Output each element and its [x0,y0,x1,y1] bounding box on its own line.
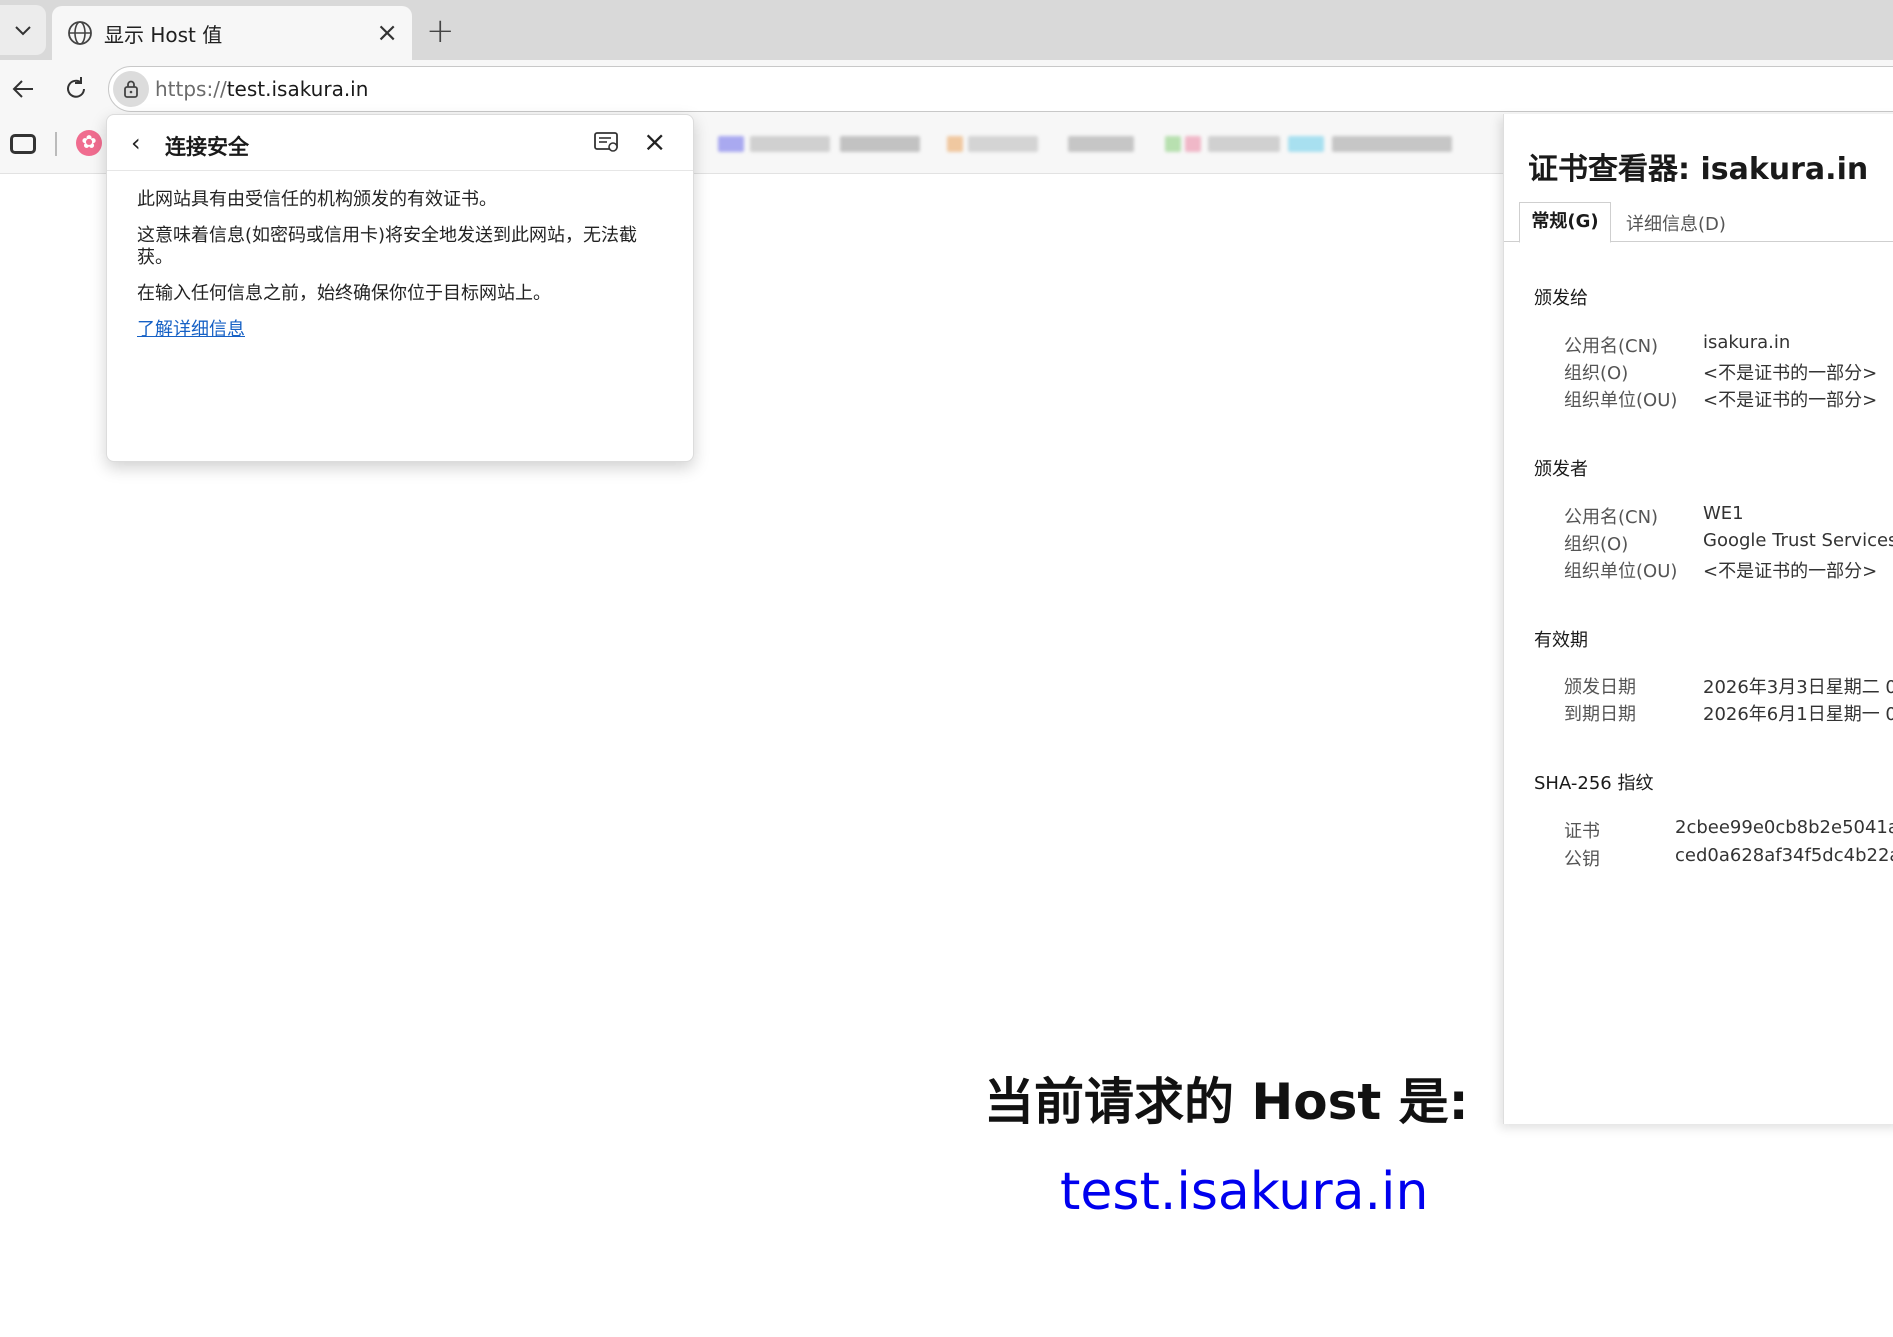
url-text: https://test.isakura.in [155,77,368,101]
cert-fingerprint-value: 2cbee99e0cb8b2e5041a80a [1675,817,1893,838]
certificate-button[interactable] [593,131,621,159]
cn-value: isakura.in [1703,332,1791,353]
popup-line: 此网站具有由受信任的机构颁发的有效证书。 [137,189,497,210]
certificate-icon [594,132,618,152]
cert-fingerprint-label: 证书 [1564,821,1600,842]
ou-value: <不是证书的一部分> [1703,390,1878,411]
expiry-date-label: 到期日期 [1564,704,1636,725]
popup-line: 这意味着信息(如密码或信用卡)将安全地发送到此网站，无法截获。 [137,225,638,268]
ou-label: 组织单位(OU) [1564,390,1678,411]
issued-date-value: 2026年3月3日星期二 04 [1703,677,1893,698]
fingerprint-heading: SHA-256 指纹 [1534,773,1654,794]
back-arrow-icon [12,80,33,98]
flower-favorite-icon[interactable]: ✿ [76,130,102,156]
learn-more-link[interactable]: 了解详细信息 [137,319,245,340]
popup-body: 此网站具有由受信任的机构颁发的有效证书。 这意味着信息(如密码或信用卡)将安全地… [107,171,693,341]
chevron-down-icon [15,26,31,36]
issued-by-heading: 颁发者 [1534,459,1588,480]
issuer-o-value: Google Trust Services [1703,530,1893,551]
site-info-button[interactable] [113,71,149,107]
popup-line: 在输入任何信息之前，始终确保你位于目标网站上。 [137,283,551,304]
o-label: 组织(O) [1564,363,1629,384]
favorites-divider [55,132,57,156]
issuer-ou-label: 组织单位(OU) [1564,561,1678,582]
refresh-icon [67,77,85,98]
address-bar[interactable]: https://test.isakura.in [108,66,1893,112]
refresh-button[interactable] [59,72,93,106]
issued-date-label: 颁发日期 [1564,677,1636,698]
back-button[interactable] [6,72,40,106]
popup-back-button[interactable]: ‹ [131,129,141,157]
validity-heading: 有效期 [1534,630,1588,651]
cn-label: 公用名(CN) [1564,336,1659,357]
cert-viewer-title: 证书查看器: isakura.in [1528,152,1869,187]
collections-icon[interactable] [10,134,36,154]
key-fingerprint-value: ced0a628af34f5dc4b22a60b [1675,845,1893,866]
new-tab-button[interactable]: + [426,14,455,48]
issuer-o-label: 组织(O) [1564,534,1629,555]
issuer-ou-value: <不是证书的一部分> [1703,561,1878,582]
tab-details[interactable]: 详细信息(D) [1626,210,1726,236]
tab-general[interactable]: 常规(G) [1519,202,1611,243]
certificate-viewer: 证书查看器: isakura.in 常规(G) 详细信息(D) 颁发给 公用名(… [1503,114,1893,1124]
issued-to-heading: 颁发给 [1534,288,1588,309]
page-heading: 当前请求的 Host 是: [984,1073,1469,1131]
popup-header: ‹ 连接安全 × [107,115,693,171]
url-scheme: https:// [155,77,227,101]
tab-title: 显示 Host 值 [104,22,223,47]
tab-strip: 显示 Host 值 × + [0,0,1893,60]
tab-close-button[interactable]: × [376,20,398,46]
tab-list-button[interactable] [0,5,46,55]
o-value: <不是证书的一部分> [1703,363,1878,384]
navigation-bar: https://test.isakura.in [0,60,1893,118]
connection-security-popup: ‹ 连接安全 × 此网站具有由受信任的机构颁发的有效证书。 这意味着信息(如密码… [106,114,694,462]
key-fingerprint-label: 公钥 [1564,849,1600,870]
expiry-date-value: 2026年6月1日星期一 05 [1703,704,1893,725]
url-host: test.isakura.in [226,77,369,101]
issuer-cn-label: 公用名(CN) [1564,507,1659,528]
globe-icon [68,21,92,45]
host-value: test.isakura.in [1060,1162,1429,1222]
issuer-cn-value: WE1 [1703,503,1744,524]
lock-icon [124,80,138,98]
active-tab[interactable]: 显示 Host 值 × [52,6,412,60]
popup-title: 连接安全 [165,135,249,159]
cert-viewer-tabs: 常规(G) 详细信息(D) [1504,202,1893,243]
blurred-favorites [710,128,1490,174]
popup-close-button[interactable]: × [643,125,666,158]
